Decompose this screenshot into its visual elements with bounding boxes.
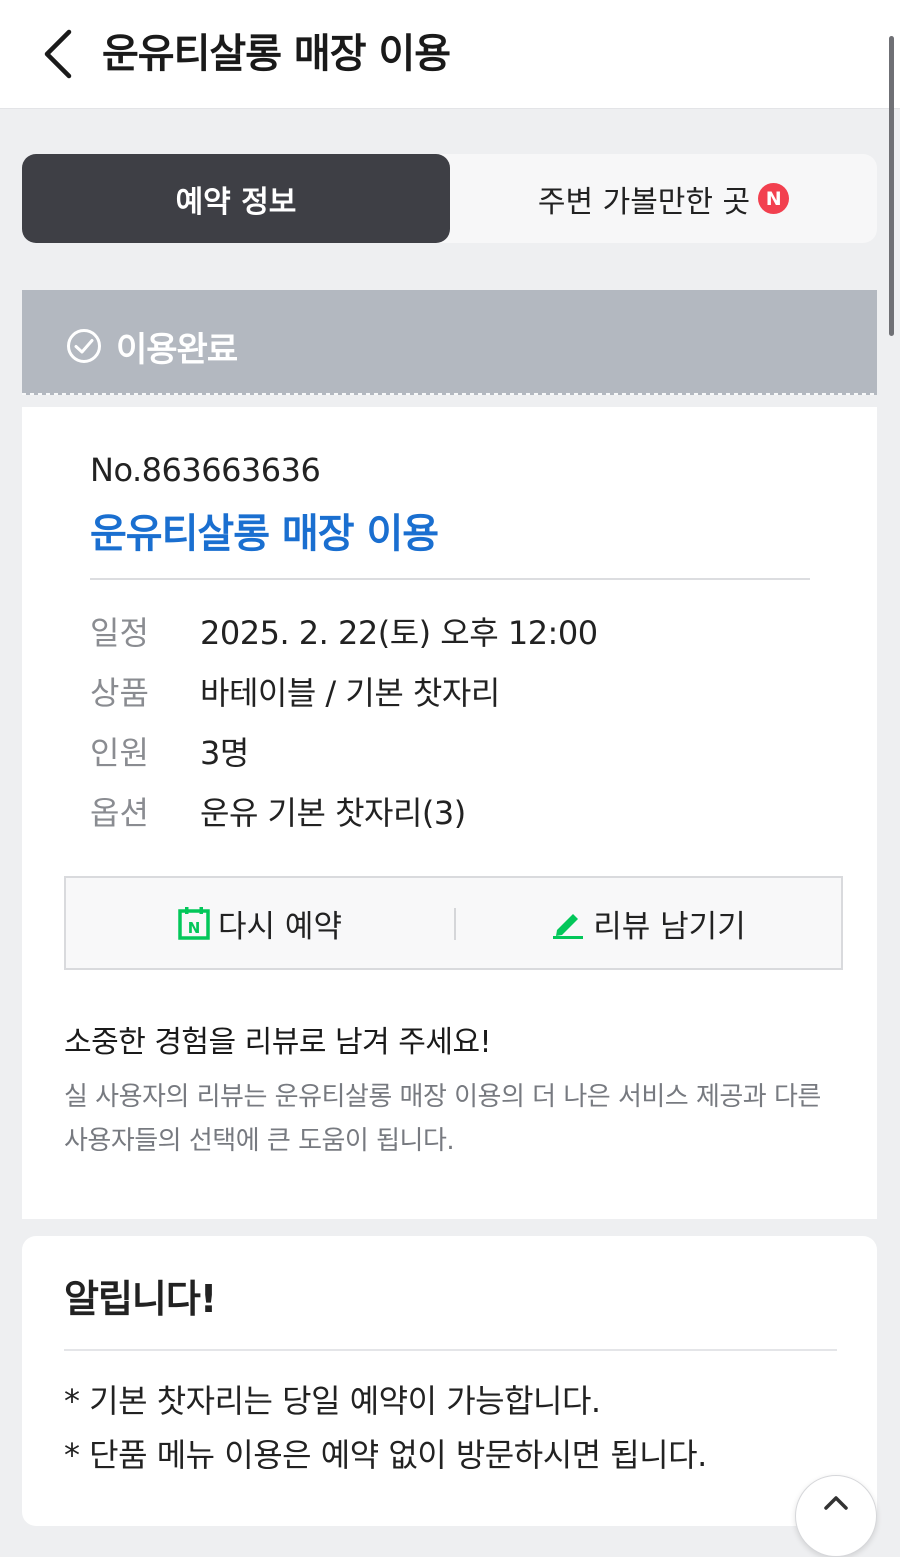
notice-title: 알립니다! (64, 1277, 217, 1321)
new-badge: N (758, 183, 790, 214)
pencil-icon (551, 906, 585, 940)
scrollbar[interactable] (889, 36, 894, 336)
detail-row-option: 옵션 운유 기본 찻자리(3) (90, 786, 466, 836)
status-label: 이용완료 (116, 330, 238, 370)
detail-value: 바테이블 / 기본 찻자리 (200, 674, 500, 712)
scroll-top-button[interactable] (795, 1475, 877, 1557)
detail-label: 옵션 (90, 794, 149, 832)
status-banner: 이용완료 (22, 290, 877, 395)
tab-label: 주변 가볼만한 곳 (537, 184, 751, 220)
detail-label: 상품 (90, 674, 149, 712)
notice-card: 알립니다! * 기본 찻자리는 당일 예약이 가능합니다. * 단품 메뉴 이용… (22, 1236, 877, 1526)
back-button[interactable] (30, 24, 86, 84)
detail-row-schedule: 일정 2025. 2. 22(토) 오후 12:00 (90, 606, 598, 656)
detail-value: 3명 (200, 734, 249, 772)
notice-line: * 단품 메뉴 이용은 예약 없이 방문하시면 됩니다. (64, 1436, 707, 1474)
chevron-up-icon (824, 1496, 848, 1510)
page-title: 운유티살롱 매장 이용 (102, 31, 451, 77)
rebook-label: 다시 예약 (218, 908, 342, 945)
divider (64, 1349, 837, 1351)
chevron-left-icon (44, 29, 72, 79)
rebook-button[interactable]: N 다시 예약 (66, 878, 454, 968)
tab-reservation-info[interactable]: 예약 정보 (22, 154, 450, 243)
reservation-title[interactable]: 운유티살롱 매장 이용 (90, 501, 439, 559)
calendar-n-icon: N (178, 906, 210, 940)
reservation-card: No.863663636 운유티살롱 매장 이용 일정 2025. 2. 22(… (22, 407, 877, 1219)
top-bar: 운유티살롱 매장 이용 (0, 0, 900, 109)
review-label: 리뷰 남기기 (593, 908, 746, 945)
detail-value: 운유 기본 찻자리(3) (200, 794, 466, 832)
detail-label: 일정 (90, 614, 149, 652)
tab-label: 예약 정보 (175, 184, 297, 220)
check-circle-icon (67, 329, 101, 363)
detail-value: 2025. 2. 22(토) 오후 12:00 (200, 614, 598, 652)
notice-line: * 기본 찻자리는 당일 예약이 가능합니다. (64, 1382, 601, 1420)
review-prompt-description: 실 사용자의 리뷰는 운유티살롱 매장 이용의 더 나은 서비스 제공과 다른 … (64, 1082, 821, 1156)
detail-row-guests: 인원 3명 (90, 726, 249, 776)
action-buttons: N 다시 예약 리뷰 남기기 (64, 876, 843, 970)
review-prompt-heading: 소중한 경험을 리뷰로 남겨 주세요! (64, 1025, 492, 1060)
detail-row-product: 상품 바테이블 / 기본 찻자리 (90, 666, 500, 716)
reservation-number: No.863663636 (90, 451, 321, 489)
calendar-letter: N (188, 919, 201, 937)
tab-nearby-places[interactable]: 주변 가볼만한 곳 N (450, 154, 877, 243)
detail-label: 인원 (90, 734, 149, 772)
tab-bar: 예약 정보 주변 가볼만한 곳 N (22, 154, 877, 243)
divider (90, 578, 810, 580)
write-review-button[interactable]: 리뷰 남기기 (456, 878, 841, 968)
